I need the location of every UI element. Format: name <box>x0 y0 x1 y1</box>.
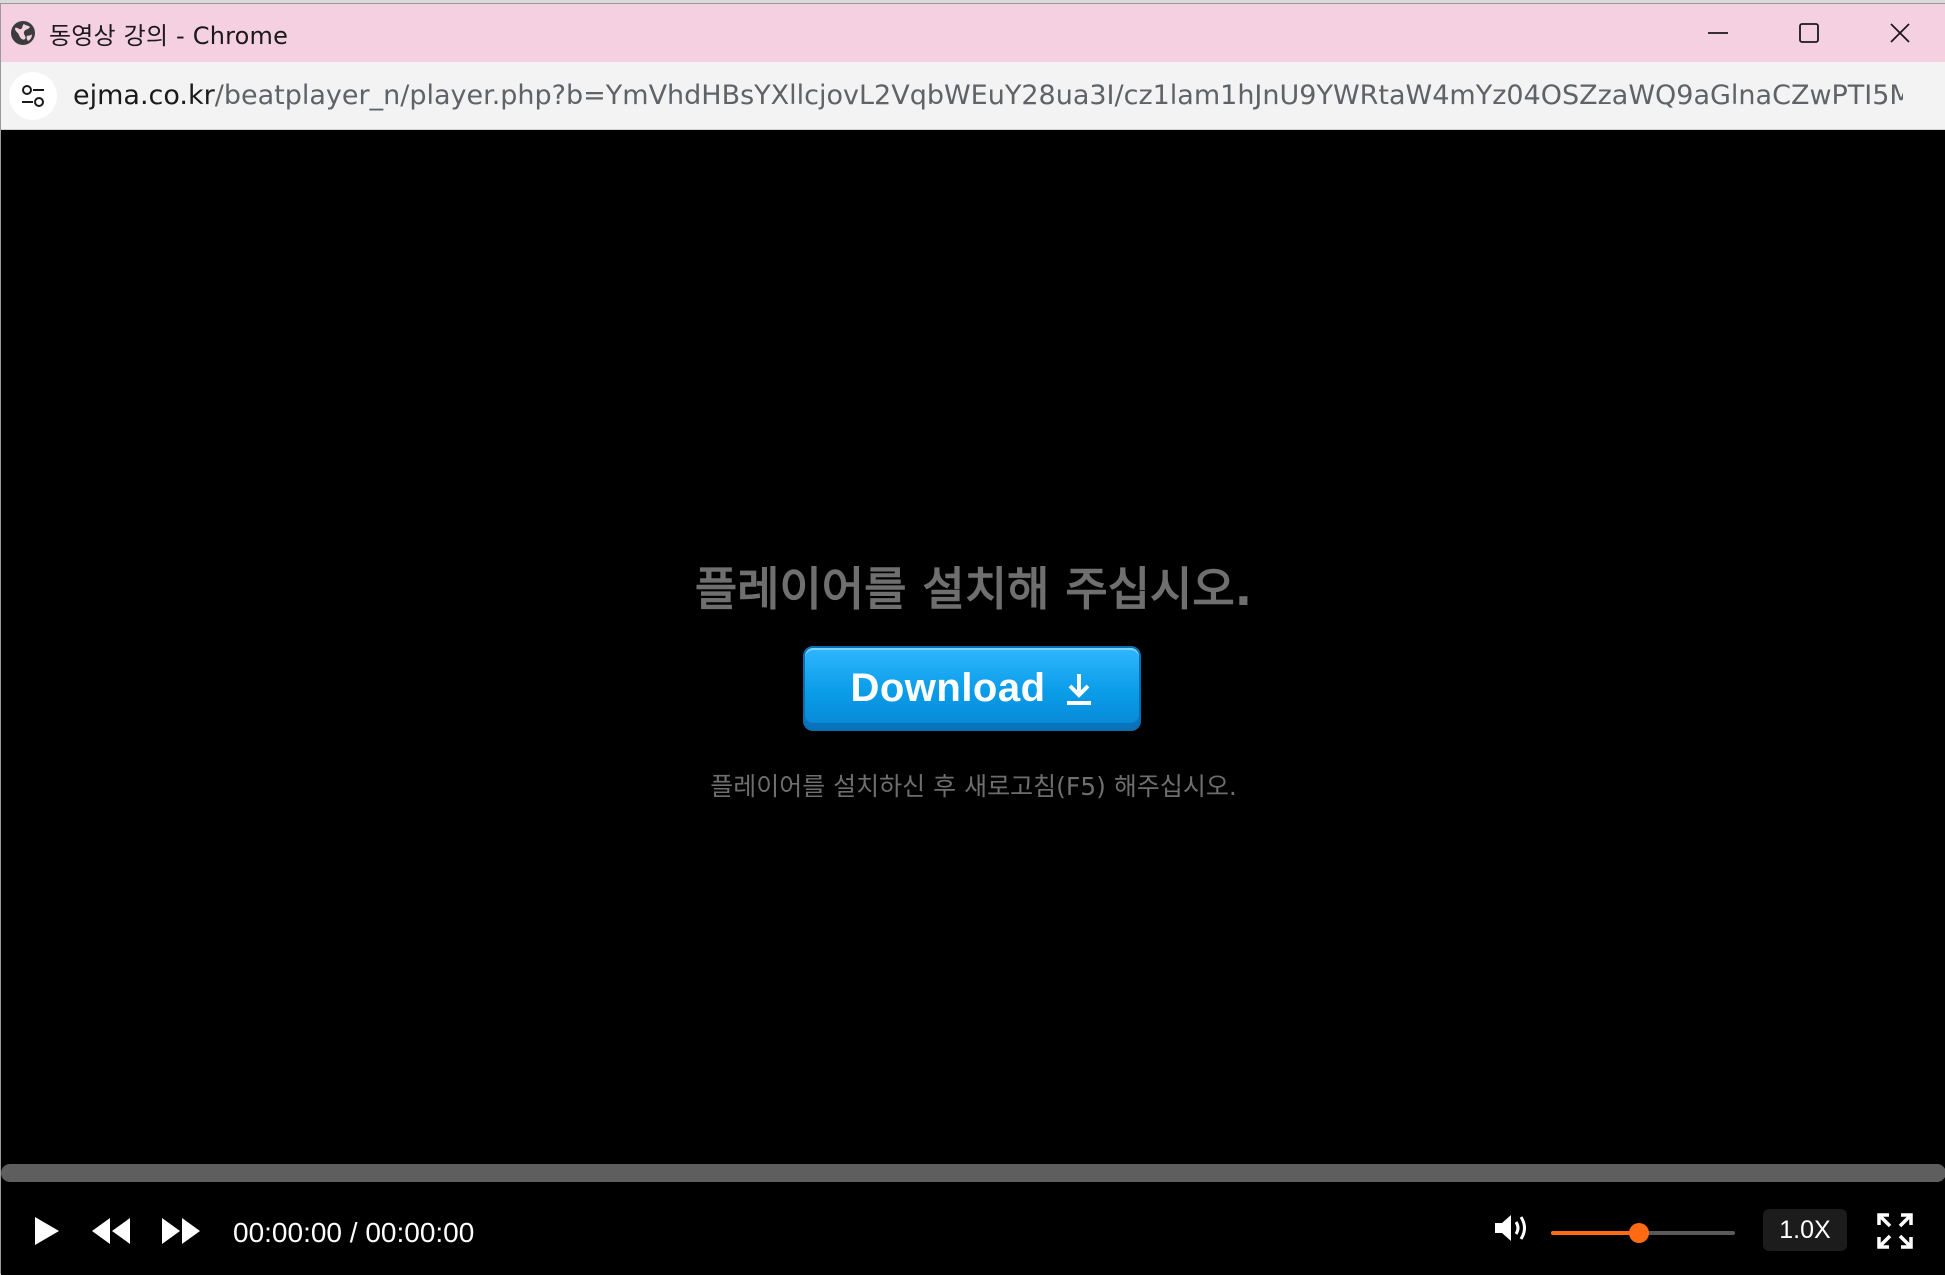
install-player-message: 플레이어를 설치해 주십시오. <box>694 562 1253 616</box>
address-bar: ejma.co.kr/beatplayer_n/player.php?b=YmV… <box>1 62 1945 130</box>
url-host: ejma.co.kr <box>73 80 215 111</box>
rewind-button[interactable] <box>89 1211 133 1251</box>
fast-forward-button[interactable] <box>159 1211 203 1251</box>
progress-bar[interactable] <box>1 1164 1945 1182</box>
chrome-popup-window: 동영상 강의 - Chrome ejma.co.kr/beatplayer_n/… <box>0 3 1945 1275</box>
download-arrow-icon <box>1064 672 1094 706</box>
volume-button[interactable] <box>1491 1209 1533 1247</box>
window-title: 동영상 강의 - Chrome <box>49 21 289 50</box>
url-path: /beatplayer_n/player.php?b=YmVhdHBsYXllc… <box>214 80 1903 111</box>
volume-slider[interactable] <box>1551 1223 1735 1243</box>
maximize-icon <box>1798 23 1819 43</box>
window-controls <box>1672 4 1945 62</box>
tune-icon <box>22 84 44 107</box>
play-icon <box>35 1217 59 1245</box>
play-button[interactable] <box>27 1209 67 1253</box>
video-player: 플레이어를 설치해 주십시오. Download 플레이어를 설치하신 후 새로… <box>1 131 1945 1275</box>
volume-slider-thumb[interactable] <box>1629 1223 1650 1243</box>
download-button-label: Download <box>850 666 1046 710</box>
rewind-icon <box>92 1218 130 1244</box>
minimize-button[interactable] <box>1672 4 1763 62</box>
globe-icon <box>9 19 37 47</box>
url-field[interactable]: ejma.co.kr/beatplayer_n/player.php?b=YmV… <box>73 80 1903 111</box>
time-display: 00:00:00 / 00:00:00 <box>233 1217 475 1248</box>
refresh-instruction: 플레이어를 설치하신 후 새로고침(F5) 해주십시오. <box>710 772 1237 801</box>
close-button[interactable] <box>1854 4 1945 62</box>
fullscreen-icon <box>1877 1213 1913 1249</box>
maximize-button[interactable] <box>1763 4 1854 62</box>
playback-speed-button[interactable]: 1.0X <box>1763 1209 1847 1251</box>
fast-forward-icon <box>162 1218 200 1244</box>
download-button[interactable]: Download <box>803 646 1141 731</box>
site-info-button[interactable] <box>9 71 57 120</box>
player-controls: 00:00:00 / 00:00:00 1.0X <box>1 1191 1945 1275</box>
title-bar: 동영상 강의 - Chrome <box>1 4 1945 62</box>
close-icon <box>1889 23 1910 43</box>
volume-level <box>1551 1231 1640 1235</box>
minimize-icon <box>1707 32 1728 34</box>
fullscreen-button[interactable] <box>1875 1211 1915 1251</box>
volume-icon <box>1495 1215 1526 1241</box>
